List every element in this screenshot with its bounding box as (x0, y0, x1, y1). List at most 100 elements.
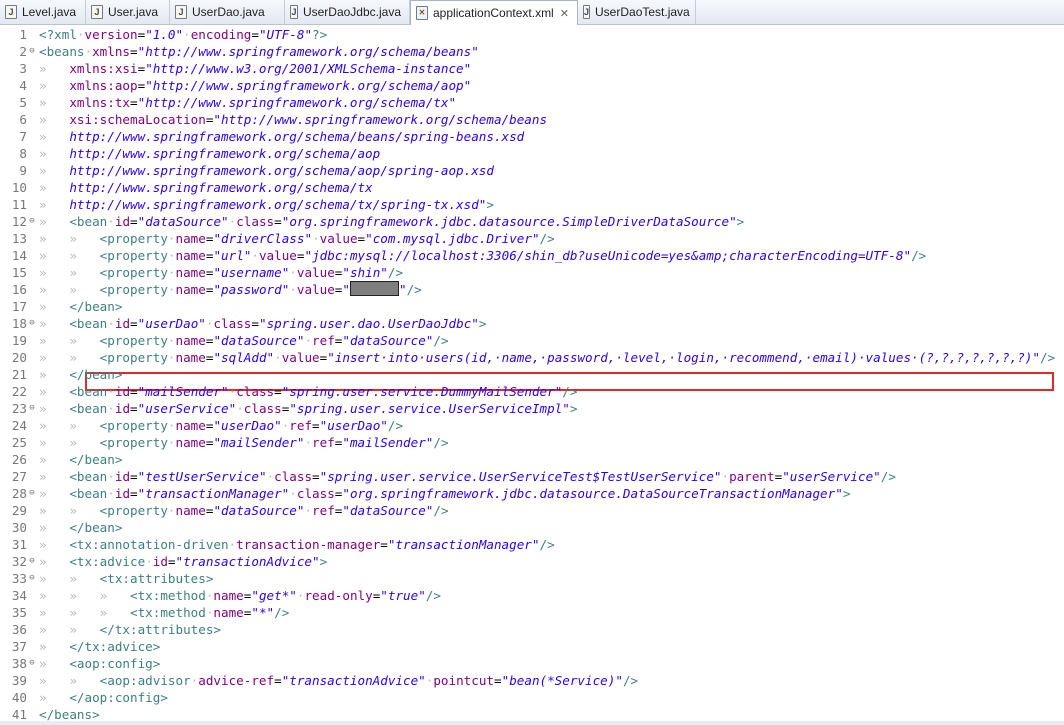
line-number: 19 (11, 333, 27, 348)
token-tag: </tx:advice> (69, 639, 161, 654)
code-line-34[interactable]: 34 » » » <tx:method·name="get*"·read-only… (0, 587, 1064, 604)
code-line-13[interactable]: 13» » <property·name="driverClass"·value… (0, 230, 1064, 247)
token-attr: class (296, 486, 335, 501)
fold-collapse-icon[interactable]: ⊖ (27, 400, 37, 417)
token-tag: /> (387, 265, 404, 280)
code-line-39[interactable]: 39 » » <aop:advisor·advice-ref="transacti… (0, 672, 1064, 689)
code-text: » http://www.springframework.org/schema/… (39, 179, 373, 196)
token-ws: · (107, 384, 115, 399)
code-text: » <bean·id="userDao"·class="spring.user.… (39, 315, 486, 332)
line-number: 36 (11, 622, 27, 637)
token-tag: </beans> (39, 707, 100, 721)
code-line-9[interactable]: 9 » http://www.springframework.org/schema… (0, 162, 1064, 179)
token-tag: <aop:advisor (99, 673, 191, 688)
token-val: " (342, 282, 350, 297)
code-line-20[interactable]: 20 » » <property·name="sqlAdd"·value="ins… (0, 349, 1064, 366)
tab-user-java[interactable]: J User.java (86, 0, 170, 24)
token-pun: = (380, 537, 388, 552)
code-line-18[interactable]: 18 ⊖» <bean·id="userDao"·class="spring.us… (0, 315, 1064, 332)
code-line-4[interactable]: 4 » xmlns:aop="http://www.springframework… (0, 77, 1064, 94)
fold-collapse-icon[interactable]: ⊖ (27, 655, 37, 672)
code-line-3[interactable]: 3 » xmlns:xsi="http://www.w3.org/2001/XML… (0, 60, 1064, 77)
token-ws: · (76, 27, 85, 42)
code-line-5[interactable]: 5 » xmlns:tx="http://www.springframework.… (0, 94, 1064, 111)
token-pun: = (274, 384, 282, 399)
token-attr: class (236, 384, 275, 399)
code-line-33[interactable]: 33 ⊖» » <tx:attributes> (0, 570, 1064, 587)
code-line-6[interactable]: 6 » xsi:schemaLocation="http://www.spring… (0, 111, 1064, 128)
code-text: » xmlns:tx="http://www.springframework.o… (39, 94, 456, 111)
line-number: 11 (11, 197, 27, 212)
code-line-23[interactable]: 23 ⊖» <bean·id="userService"·class="sprin… (0, 400, 1064, 417)
fold-collapse-icon[interactable]: ⊖ (27, 553, 37, 570)
line-number: 8 (19, 146, 27, 161)
tab-level-java[interactable]: J Level.java (0, 0, 86, 24)
token-val: " (398, 282, 407, 297)
code-line-40[interactable]: 40 » </aop:config> (0, 689, 1064, 706)
token-tag: /> (425, 588, 441, 603)
token-ws: · (107, 401, 115, 416)
code-line-31[interactable]: 31 » <tx:annotation-driven·transaction-ma… (0, 536, 1064, 553)
token-val: "http://www.springframework.org/schema/a… (145, 78, 472, 93)
token-ws: · (167, 418, 176, 433)
token-pun: = (312, 418, 320, 433)
line-number: 12 (11, 214, 27, 229)
token-attr: id (114, 469, 131, 484)
token-tag: > (478, 316, 487, 331)
code-line-10[interactable]: 10 » http://www.springframework.org/schem… (0, 179, 1064, 196)
code-line-36[interactable]: 36 » » </tx:attributes> (0, 621, 1064, 638)
code-line-12[interactable]: 12 ⊖» <bean·id="dataSource"·class="org.sp… (0, 213, 1064, 230)
fold-collapse-icon[interactable]: ⊖ (27, 315, 37, 332)
code-line-25[interactable]: 25 » » <property·name="mailSender"·ref="m… (0, 434, 1064, 451)
code-line-24[interactable]: 24» » <property·name="userDao"·ref="user… (0, 417, 1064, 434)
token-pun: = (130, 486, 138, 501)
token-ws: · (236, 401, 244, 416)
code-line-21[interactable]: 21 » </bean> (0, 366, 1064, 383)
tab-userdaotest-java[interactable]: J UserDaoTest.java (578, 0, 696, 24)
code-line-7[interactable]: 7 » http://www.springframework.org/schema… (0, 128, 1064, 145)
code-line-22[interactable]: 22» <bean·id="mailSender"·class="spring.… (0, 383, 1064, 400)
code-line-26[interactable]: 26 » </bean> (0, 451, 1064, 468)
token-tag: /> (433, 503, 449, 518)
code-line-8[interactable]: 8 » http://www.springframework.org/schema… (0, 145, 1064, 162)
code-line-29[interactable]: 29 » » <property·name="dataSource"·ref="d… (0, 502, 1064, 519)
code-line-19[interactable]: 19 » » <property·name="dataSource"·ref="d… (0, 332, 1064, 349)
token-attr: id (114, 214, 131, 229)
code-line-37[interactable]: 37 » </tx:advice> (0, 638, 1064, 655)
code-line-30[interactable]: 30 » </bean> (0, 519, 1064, 536)
token-attr: pointcut (433, 673, 495, 688)
code-line-17[interactable]: 17 » </bean> (0, 298, 1064, 315)
code-editor[interactable]: 1 <?xml·version="1.0"·encoding="UTF-8"?> 2… (0, 26, 1064, 721)
code-line-28[interactable]: 28 ⊖» <bean·id="transactionManager"·class… (0, 485, 1064, 502)
token-attr: id (114, 384, 131, 399)
close-tab-icon[interactable]: ✕ (560, 7, 569, 20)
code-line-38[interactable]: 38 ⊖» <aop:config> (0, 655, 1064, 672)
token-attr: value (319, 231, 358, 246)
tab-userdao-java[interactable]: J UserDao.java (170, 0, 285, 24)
line-number: 16 (11, 282, 27, 297)
code-line-14[interactable]: 14 » » <property·name="url"·value="jdbc:m… (0, 247, 1064, 264)
code-line-11[interactable]: 11 » http://www.springframework.org/schem… (0, 196, 1064, 213)
code-line-1[interactable]: 1 <?xml·version="1.0"·encoding="UTF-8"?> (0, 26, 1064, 43)
code-line-32[interactable]: 32 ⊖» <tx:advice·id="transactionAdvice"> (0, 553, 1064, 570)
tab-userdaojdbc-java[interactable]: J UserDaoJdbc.java (285, 0, 410, 24)
code-line-15[interactable]: 15 » » <property·name="username"·value="s… (0, 264, 1064, 281)
token-ws: » (39, 129, 70, 144)
code-line-35[interactable]: 35 » » » <tx:method·name="*"/> (0, 604, 1064, 621)
tab-applicationcontext-xml[interactable]: ✕ applicationContext.xml ✕ (410, 0, 578, 25)
fold-collapse-icon[interactable]: ⊖ (27, 570, 37, 587)
code-line-41[interactable]: 41 </beans> (0, 706, 1064, 721)
code-line-2[interactable]: 2 ⊖ <beans·xmlns="http://www.springframewo… (0, 43, 1064, 60)
fold-collapse-icon[interactable]: ⊖ (27, 213, 37, 230)
fold-collapse-icon[interactable]: ⊖ (27, 485, 37, 502)
code-text: » » <property·name="username"·value="shi… (39, 264, 403, 281)
token-attr: name (175, 248, 206, 263)
token-val: http://www.springframework.org/schema/tx (69, 180, 373, 195)
token-tag: /> (433, 435, 449, 450)
code-line-16[interactable]: 16» » <property·name="password"·value=" "… (0, 281, 1064, 298)
token-ws: · (266, 469, 275, 484)
code-line-27[interactable]: 27» <bean·id="testUserService"·class="sp… (0, 468, 1064, 485)
code-text: » » <property·name="driverClass"·value="… (39, 230, 555, 247)
token-tag: <property (99, 248, 168, 263)
fold-collapse-icon[interactable]: ⊖ (27, 43, 37, 60)
